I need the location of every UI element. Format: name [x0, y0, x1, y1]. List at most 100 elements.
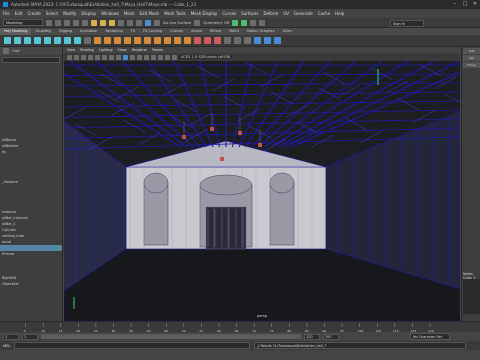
- film-gate-icon[interactable]: [102, 54, 107, 60]
- render-settings-icon[interactable]: [250, 19, 257, 26]
- shelf-tab-sculpting[interactable]: Sculpting: [31, 28, 55, 35]
- scene-wireframe[interactable]: [64, 61, 460, 321]
- append-icon[interactable]: [184, 37, 191, 44]
- isolate-select-icon[interactable]: [165, 54, 170, 60]
- command-input[interactable]: [14, 342, 251, 349]
- viewport-panel[interactable]: View Shading Lighting Show Renderer Pane…: [64, 47, 460, 321]
- sign-in-dropdown[interactable]: Sign In: [390, 20, 424, 27]
- uv-editor-icon[interactable]: [274, 37, 281, 44]
- shelf-tab-animation[interactable]: Animation: [76, 28, 101, 35]
- attr-tab-selected[interactable]: Sel: [463, 55, 480, 61]
- outliner-item[interactable]: [0, 293, 62, 299]
- snap-grid-icon[interactable]: [118, 19, 124, 26]
- select-component-icon[interactable]: [109, 19, 115, 26]
- poly-cone-icon[interactable]: [34, 37, 41, 44]
- shelf-tab-custom[interactable]: Custom: [166, 28, 187, 35]
- delete-history-icon[interactable]: [244, 37, 251, 44]
- image-plane-icon[interactable]: [88, 54, 93, 60]
- outliner-menu-icon[interactable]: [3, 48, 9, 54]
- freeze-transform-icon[interactable]: [234, 37, 241, 44]
- poly-disc-icon[interactable]: [64, 37, 71, 44]
- undo-icon[interactable]: [73, 19, 79, 26]
- menu-modify[interactable]: Modify: [63, 11, 76, 16]
- poly-plane-icon[interactable]: [54, 37, 61, 44]
- menu-edit-mesh[interactable]: Edit Mesh: [140, 11, 160, 16]
- menu-windows[interactable]: Windows: [101, 11, 119, 16]
- command-language-label[interactable]: MEL: [3, 344, 10, 348]
- poly-cylinder-icon[interactable]: [24, 37, 31, 44]
- end-time-field[interactable]: 200: [323, 333, 339, 340]
- poly-cube-icon[interactable]: [14, 37, 21, 44]
- attr-tab-list[interactable]: List: [463, 48, 480, 54]
- shelf-tab-bifrost[interactable]: Bifrost: [206, 28, 225, 35]
- boolean-icon[interactable]: [124, 37, 131, 44]
- select-hierarchy-icon[interactable]: [91, 19, 97, 26]
- new-scene-icon[interactable]: [46, 19, 52, 26]
- menu-set-dropdown[interactable]: Modeling: [3, 19, 43, 26]
- mirror-icon[interactable]: [134, 37, 141, 44]
- bevel-icon[interactable]: [164, 37, 171, 44]
- shelf-tab-xgen[interactable]: XGen: [279, 28, 296, 35]
- planar-uv-icon[interactable]: [254, 37, 261, 44]
- gate-mask-icon[interactable]: [116, 54, 121, 60]
- menu-deform[interactable]: Deform: [263, 11, 278, 16]
- minimize-button[interactable]: –: [452, 1, 458, 7]
- outliner-search-input[interactable]: [2, 57, 60, 63]
- combine-icon[interactable]: [94, 37, 101, 44]
- wireframe-icon[interactable]: [123, 54, 128, 60]
- shelf-tab-motion-graphics[interactable]: Motion Graphics: [243, 28, 279, 35]
- smooth-icon[interactable]: [114, 37, 121, 44]
- menu-cache[interactable]: Cache: [318, 11, 330, 16]
- snap-view-plane-icon[interactable]: [145, 19, 151, 26]
- open-scene-icon[interactable]: [55, 19, 61, 26]
- shelf-tab-arnold[interactable]: Arnold: [187, 28, 206, 35]
- camera-attributes-icon[interactable]: [74, 54, 79, 60]
- platonic-solid-icon[interactable]: [74, 37, 81, 44]
- menu-curves[interactable]: Curves: [222, 11, 236, 16]
- auto-uv-icon[interactable]: [264, 37, 271, 44]
- menu-select[interactable]: Select: [46, 11, 58, 16]
- time-slider[interactable]: 5 10 15 20 25 30 35 40 45 50 55 60 65 70 75 80 85 90 95 100…: [0, 321, 480, 333]
- menu-create[interactable]: Create: [27, 11, 40, 16]
- attr-notes-field[interactable]: [463, 279, 480, 314]
- ambient-occlusion-icon[interactable]: [158, 54, 163, 60]
- extrude-icon[interactable]: [144, 37, 151, 44]
- symmetry-icon[interactable]: [194, 19, 201, 26]
- playback-start-field[interactable]: 1: [22, 333, 38, 340]
- target-weld-icon[interactable]: [204, 37, 211, 44]
- quad-draw-icon[interactable]: [214, 37, 221, 44]
- xray-icon[interactable]: [172, 54, 177, 60]
- select-object-icon[interactable]: [100, 19, 106, 26]
- shadows-icon[interactable]: [151, 54, 156, 60]
- save-scene-icon[interactable]: [64, 19, 70, 26]
- render-frame-icon[interactable]: [232, 19, 239, 26]
- center-pivot-icon[interactable]: [224, 37, 231, 44]
- maximize-button[interactable]: □: [462, 1, 468, 7]
- smooth-shade-icon[interactable]: [130, 54, 135, 60]
- shelf-tab-fx-caching[interactable]: FX Caching: [139, 28, 166, 35]
- multi-cut-icon[interactable]: [194, 37, 201, 44]
- live-surface-label[interactable]: No Live Surface: [163, 21, 191, 25]
- shelf-tab-rendering[interactable]: Rendering: [101, 28, 126, 35]
- character-set-dropdown[interactable]: No Character Set: [410, 333, 450, 340]
- grid-toggle-icon[interactable]: [95, 54, 100, 60]
- fill-hole-icon[interactable]: [174, 37, 181, 44]
- snap-curve-icon[interactable]: [127, 19, 133, 26]
- menu-generate[interactable]: Generate: [294, 11, 313, 16]
- resolution-gate-icon[interactable]: [109, 54, 114, 60]
- colorspace-label[interactable]: ACES 1.0 SDR-video (sRGB): [179, 55, 233, 59]
- menu-file[interactable]: File: [3, 11, 10, 16]
- textured-icon[interactable]: [137, 54, 142, 60]
- poly-sphere-icon[interactable]: [4, 37, 11, 44]
- shelf-tab-poly-modeling[interactable]: Poly Modeling: [0, 28, 32, 35]
- start-time-field[interactable]: 1: [3, 333, 19, 340]
- menu-surfaces[interactable]: Surfaces: [241, 11, 258, 16]
- menu-edit[interactable]: Edit: [15, 11, 23, 16]
- make-live-icon[interactable]: [154, 19, 160, 26]
- ipr-render-icon[interactable]: [241, 19, 248, 26]
- shelf-tab-fx[interactable]: FX: [127, 28, 139, 35]
- snap-point-icon[interactable]: [136, 19, 142, 26]
- hypershade-icon[interactable]: [259, 19, 266, 26]
- close-button[interactable]: ✕: [472, 1, 478, 7]
- range-bar[interactable]: [41, 334, 301, 339]
